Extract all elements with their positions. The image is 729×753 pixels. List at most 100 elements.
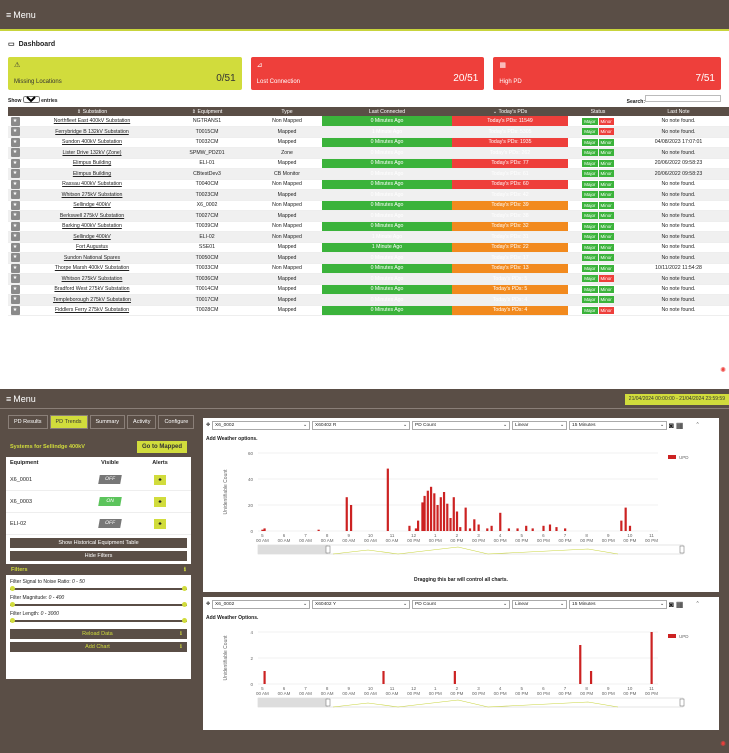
star-icon[interactable]: ★: [10, 221, 20, 231]
minor-badge[interactable]: Minor: [598, 201, 614, 209]
visible-toggle[interactable]: ON: [98, 497, 122, 506]
minor-badge[interactable]: Minor: [598, 275, 614, 283]
col-header[interactable]: Status: [568, 107, 628, 116]
equipment-select-1[interactable]: X6_0002 ⌄: [212, 421, 311, 430]
star-icon[interactable]: ★: [10, 284, 20, 294]
bell-icon[interactable]: ♣: [154, 496, 166, 507]
menu-button-2[interactable]: ≡ Menu: [6, 394, 36, 404]
star-icon[interactable]: ★: [10, 305, 20, 315]
interval-select-2[interactable]: 15 Minutes ⌄: [569, 600, 668, 609]
col-header[interactable]: Last Note: [628, 107, 729, 116]
menu-button[interactable]: ≡ Menu: [6, 10, 36, 20]
camera-icon[interactable]: ◙: [669, 600, 674, 609]
substation-link[interactable]: Barking 400kV Substation: [62, 223, 122, 229]
lost-connection-card[interactable]: ⊿ Lost Connection 20/51: [250, 57, 485, 90]
substation-cell[interactable]: Northfleet East 400kV Substation: [22, 116, 162, 127]
major-badge[interactable]: Major: [582, 306, 598, 314]
length-slider[interactable]: [10, 618, 187, 623]
tab-summary[interactable]: Summary: [89, 415, 126, 429]
minor-badge[interactable]: Minor: [598, 285, 614, 293]
major-badge[interactable]: Major: [582, 296, 598, 304]
minor-badge[interactable]: Minor: [598, 264, 614, 272]
tab-pd-results[interactable]: PD Results: [8, 415, 48, 429]
substation-cell[interactable]: Sellindge 400kV: [22, 200, 162, 211]
star-icon[interactable]: ★: [10, 200, 20, 210]
substation-cell[interactable]: Elimpus Building: [22, 168, 162, 180]
minor-badge[interactable]: Minor: [598, 191, 614, 199]
major-badge[interactable]: Major: [582, 264, 598, 272]
table-row[interactable]: ★ Whitson 275kV Substation T0023CM Mapped 0 …: [8, 189, 729, 201]
minor-badge[interactable]: Minor: [598, 138, 614, 146]
star-icon[interactable]: ★: [10, 295, 20, 305]
star-icon[interactable]: ★: [10, 190, 20, 200]
substation-link[interactable]: Sundon 400kV Substation: [62, 139, 122, 145]
minor-badge[interactable]: Minor: [598, 296, 614, 304]
collapse-icon[interactable]: ⌃: [695, 602, 699, 607]
substation-link[interactable]: Templeborough 275kV Substation: [53, 297, 131, 303]
table-row[interactable]: ★ Barking 400kV Substation T0039CM Non Mapp…: [8, 221, 729, 232]
major-badge[interactable]: Major: [582, 149, 598, 157]
high-pd-card[interactable]: ▦ High PD 7/51: [493, 57, 721, 90]
table-row[interactable]: ★ Whitson 275kV Substation T0036CM Mapped 0 …: [8, 273, 729, 285]
substation-link[interactable]: Elimpus Building: [73, 160, 111, 166]
star-icon[interactable]: ★: [10, 211, 20, 221]
substation-cell[interactable]: Lister Drive 132kV (Zone): [22, 147, 162, 159]
magnitude-slider[interactable]: [10, 602, 187, 607]
scale-select-1[interactable]: Linear ⌄: [512, 421, 568, 430]
substation-cell[interactable]: Berkswell 275kV Substation: [22, 210, 162, 222]
substation-cell[interactable]: Thorpe Marsh 400kV Substation: [22, 263, 162, 274]
star-icon[interactable]: ★: [10, 137, 20, 147]
minor-badge[interactable]: Minor: [598, 128, 614, 136]
tab-activity[interactable]: Activity: [127, 415, 157, 429]
substation-link[interactable]: Berkswell 275kV Substation: [60, 213, 124, 219]
substation-cell[interactable]: Elimpus Building: [22, 158, 162, 169]
substation-cell[interactable]: Sundon National Spares: [22, 252, 162, 264]
scale-select-2[interactable]: Linear ⌄: [512, 600, 568, 609]
col-header[interactable]: Last Connected: [322, 107, 452, 116]
table-row[interactable]: ★ Sellindge 400kV X6_0002 Non Mapped 0 Minut…: [8, 200, 729, 211]
star-icon[interactable]: ★: [10, 148, 20, 158]
major-badge[interactable]: Major: [582, 180, 598, 188]
star-icon[interactable]: ★: [10, 158, 20, 168]
table-row[interactable]: ★ Elimpus Building CBtestDev3 CB Monitor 0 M…: [8, 168, 729, 180]
star-icon[interactable]: ★: [10, 242, 20, 252]
substation-link[interactable]: Fiddlers Ferry 275kV Substation: [55, 307, 129, 313]
minor-badge[interactable]: Minor: [598, 159, 614, 167]
substation-link[interactable]: Sellindge 400kV: [73, 202, 111, 208]
substation-link[interactable]: Bradford West 275kV Substation: [54, 286, 129, 292]
major-badge[interactable]: Major: [582, 191, 598, 199]
channel-select-1[interactable]: X60402 R ⌄: [312, 421, 411, 430]
hide-filters-button[interactable]: Hide Filters: [10, 551, 187, 561]
substation-cell[interactable]: Rassau 400kV Substation: [22, 179, 162, 190]
col-header[interactable]: ⇕ Equipment: [162, 107, 252, 116]
visible-toggle[interactable]: OFF: [98, 519, 122, 528]
show-historical-button[interactable]: Show Historical Equipment Table: [10, 538, 187, 548]
star-icon[interactable]: ★: [10, 263, 20, 273]
substation-link[interactable]: Elimpus Building: [73, 171, 111, 177]
camera-icon[interactable]: ◙: [669, 421, 674, 430]
col-header[interactable]: ⌄ Today's PDs: [452, 107, 568, 116]
table-row[interactable]: ★ Thorpe Marsh 400kV Substation T0033CM Non…: [8, 263, 729, 274]
table-row[interactable]: ★ Elimpus Building ELI-01 Mapped 0 Minutes A…: [8, 158, 729, 169]
substation-cell[interactable]: Sellindge 400kV: [22, 231, 162, 243]
table-row[interactable]: ★ Northfleet East 400kV Substation NGTRANS…: [8, 116, 729, 127]
major-badge[interactable]: Major: [582, 233, 598, 241]
col-header[interactable]: Type: [252, 107, 322, 116]
substation-cell[interactable]: Ferrybridge B 132kV Substation: [22, 126, 162, 138]
table-row[interactable]: ★ Fort Augustus SSE01 Mapped 1 Minute Ago Tod…: [8, 242, 729, 253]
substation-link[interactable]: Whitson 275kV Substation: [62, 276, 123, 282]
major-badge[interactable]: Major: [582, 138, 598, 146]
star-icon[interactable]: ★: [10, 232, 20, 242]
col-header[interactable]: ⇕ Substation: [22, 107, 162, 116]
minor-badge[interactable]: Minor: [598, 170, 614, 178]
star-icon[interactable]: ★: [10, 116, 20, 126]
table-row[interactable]: ★ Bradford West 275kV Substation T0014CM Ma…: [8, 284, 729, 295]
star-icon[interactable]: ★: [10, 274, 20, 284]
major-badge[interactable]: Major: [582, 201, 598, 209]
table-row[interactable]: ★ Lister Drive 132kV (Zone) SPMW_PDZ01 Zone…: [8, 147, 729, 159]
minor-badge[interactable]: Minor: [598, 222, 614, 230]
substation-link[interactable]: Fort Augustus: [76, 244, 108, 250]
major-badge[interactable]: Major: [582, 243, 598, 251]
major-badge[interactable]: Major: [582, 222, 598, 230]
substation-link[interactable]: Northfleet East 400kV Substation: [54, 118, 130, 124]
